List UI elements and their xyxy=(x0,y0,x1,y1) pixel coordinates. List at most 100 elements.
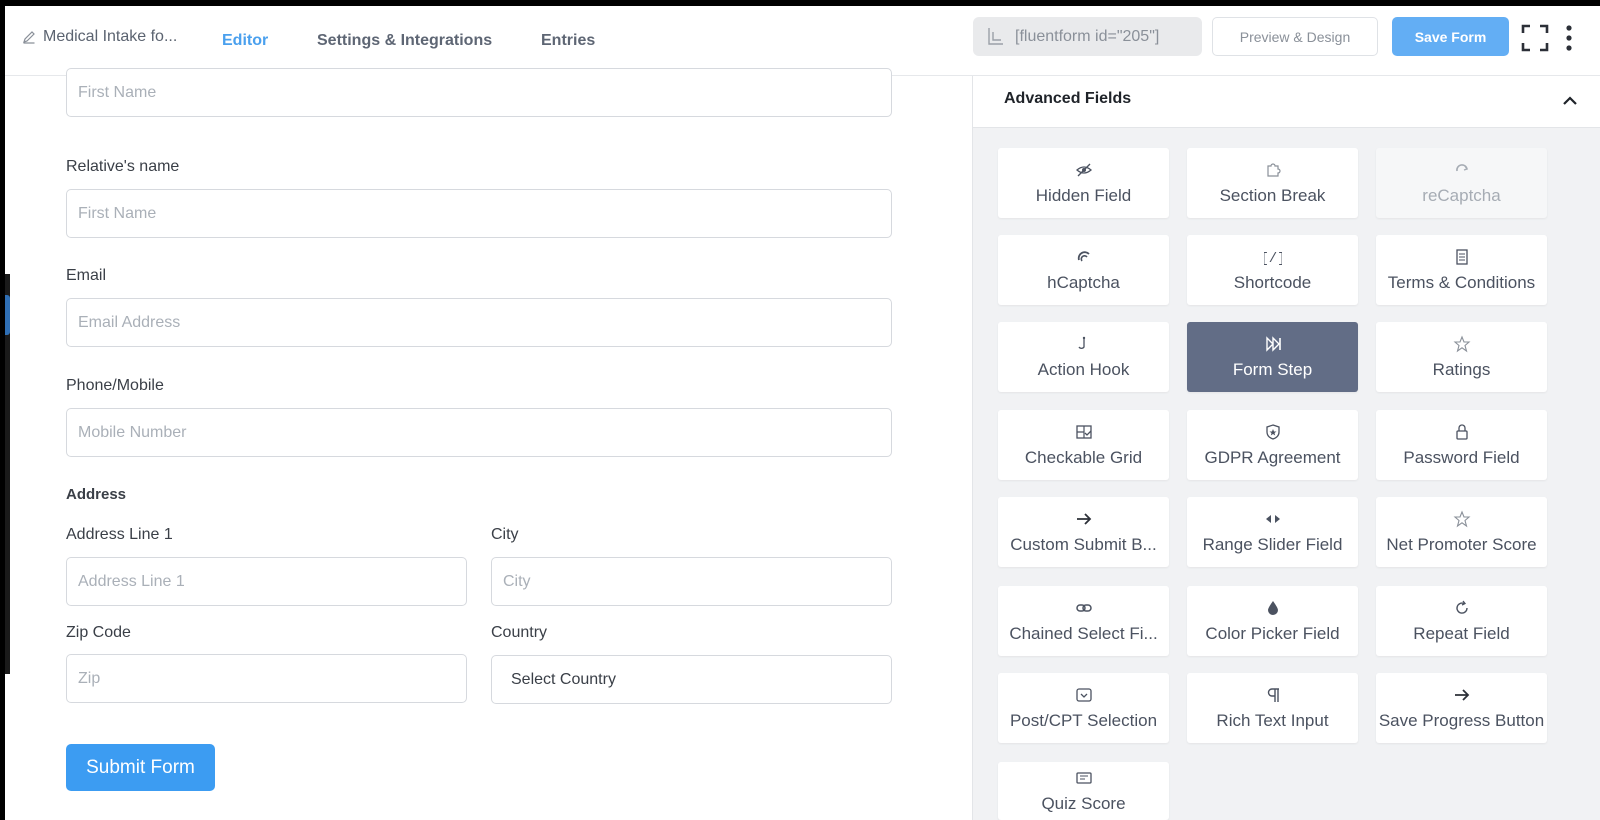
lock-icon xyxy=(1455,423,1468,440)
field-card-ratings[interactable]: Ratings xyxy=(1376,322,1547,392)
link-icon xyxy=(1075,603,1092,612)
pencil-icon xyxy=(23,31,35,44)
field-card-label: Terms & Conditions xyxy=(1387,272,1536,292)
submit-form-button[interactable]: Submit Form xyxy=(66,744,215,791)
form-title-text: Medical Intake fo... xyxy=(43,28,178,45)
save-form-button[interactable]: Save Form xyxy=(1392,17,1509,56)
zip-input[interactable]: Zip xyxy=(66,654,467,703)
tab-settings-integrations[interactable]: Settings & Integrations xyxy=(317,6,492,76)
city-label: City xyxy=(491,526,519,543)
field-card-repeat-field[interactable]: Repeat Field xyxy=(1376,586,1547,656)
field-card-quiz-score[interactable]: Quiz Score xyxy=(998,762,1169,820)
quiz-icon xyxy=(1075,771,1092,784)
recaptcha-icon xyxy=(1455,163,1468,171)
preview-design-button[interactable]: Preview & Design xyxy=(1212,17,1378,56)
field-card-chained-select-fi[interactable]: Chained Select Fi... xyxy=(998,586,1169,656)
editor-header: Medical Intake fo... Editor Settings & I… xyxy=(5,6,1600,77)
eye-slash-icon xyxy=(1075,163,1092,176)
repeat-icon xyxy=(1455,600,1468,614)
select-box-icon xyxy=(1075,687,1092,702)
step-forward-icon xyxy=(1265,335,1281,352)
advanced-fields-header[interactable]: Advanced Fields xyxy=(973,76,1600,128)
tab-entries[interactable]: Entries xyxy=(541,6,595,76)
country-select[interactable]: Select Country xyxy=(491,655,892,704)
droplet-icon xyxy=(1267,600,1278,615)
more-vertical-icon[interactable] xyxy=(1565,24,1573,52)
shortcode-copy[interactable]: [fluentform id="205"] xyxy=(973,17,1202,56)
field-card-label: reCaptcha xyxy=(1422,185,1501,205)
field-card-hidden-field[interactable]: Hidden Field xyxy=(998,148,1169,218)
puzzle-icon xyxy=(1266,162,1281,177)
collapse-handle[interactable] xyxy=(5,295,10,335)
city-input[interactable]: City xyxy=(491,557,892,606)
form-title[interactable]: Medical Intake fo... xyxy=(21,28,177,46)
field-card-label: Hidden Field xyxy=(1035,185,1132,205)
field-card-checkable-grid[interactable]: Checkable Grid xyxy=(998,410,1169,480)
field-card-label: Shortcode xyxy=(1233,272,1312,292)
shield-icon xyxy=(1265,423,1280,440)
advanced-fields-panel: Advanced Fields Hidden Field Section Brea… xyxy=(972,76,1600,820)
arrow-right-icon xyxy=(1076,512,1091,525)
email-input[interactable]: Email Address xyxy=(66,298,892,347)
relative-name-input[interactable]: First Name xyxy=(66,189,892,238)
email-label: Email xyxy=(66,267,107,284)
field-card-net-promoter-score[interactable]: Net Promoter Score xyxy=(1376,497,1547,567)
field-card-color-picker-field[interactable]: Color Picker Field xyxy=(1187,586,1358,656)
field-card-form-step[interactable]: Form Step xyxy=(1187,322,1358,392)
field-card-hcaptcha[interactable]: hCaptcha xyxy=(998,235,1169,305)
field-card-post-cpt-selection[interactable]: Post/CPT Selection xyxy=(998,673,1169,743)
field-card-label: Password Field xyxy=(1403,447,1520,467)
phone-label: Phone/Mobile xyxy=(66,377,164,394)
address-line1-input[interactable]: Address Line 1 xyxy=(66,557,467,606)
tab-editor[interactable]: Editor xyxy=(204,6,287,77)
country-label: Country xyxy=(491,624,548,641)
range-slider-icon xyxy=(1265,514,1280,523)
field-card-label: GDPR Agreement xyxy=(1204,447,1341,467)
phone-input[interactable]: Mobile Number xyxy=(66,408,892,457)
hcaptcha-icon xyxy=(1077,250,1090,261)
field-card-label: Section Break xyxy=(1219,185,1326,205)
advanced-fields-title: Advanced Fields xyxy=(1004,90,1132,107)
field-card-label: Rich Text Input xyxy=(1216,710,1329,730)
paragraph-icon xyxy=(1267,687,1279,702)
field-card-label: Net Promoter Score xyxy=(1386,534,1537,554)
tab-settings-label: Settings & Integrations xyxy=(317,32,493,49)
tab-editor-label: Editor xyxy=(222,32,269,49)
field-card-save-progress-button[interactable]: Save Progress Button xyxy=(1376,673,1547,743)
field-card-terms-conditions[interactable]: Terms & Conditions xyxy=(1376,235,1547,305)
field-card-label: Chained Select Fi... xyxy=(1009,623,1158,643)
field-card-shortcode[interactable]: [/] Shortcode xyxy=(1187,235,1358,305)
field-card-label: Action Hook xyxy=(1037,359,1130,379)
field-card-label: Repeat Field xyxy=(1413,623,1510,643)
app-window: Medical Intake fo... Editor Settings & I… xyxy=(5,6,1600,820)
field-card-label: hCaptcha xyxy=(1047,272,1120,292)
form-editor-canvas: First Name Relative's name First Name Em… xyxy=(5,68,972,820)
star-icon xyxy=(1453,510,1470,527)
field-card-label: Quiz Score xyxy=(1041,793,1126,813)
field-card-password-field[interactable]: Password Field xyxy=(1376,410,1547,480)
first-name-input-top[interactable]: First Name xyxy=(66,68,892,117)
document-icon xyxy=(1455,248,1468,265)
shortcode-icon: [/] xyxy=(1264,251,1282,266)
field-card-label: Post/CPT Selection xyxy=(1009,710,1158,730)
field-card-action-hook[interactable]: Action Hook xyxy=(998,322,1169,392)
relative-name-label: Relative's name xyxy=(66,158,180,175)
address-section-label: Address xyxy=(66,486,127,503)
zip-label: Zip Code xyxy=(66,624,131,641)
field-card-label: Color Picker Field xyxy=(1205,623,1340,643)
field-card-rich-text-input[interactable]: Rich Text Input xyxy=(1187,673,1358,743)
fullscreen-icon[interactable] xyxy=(1521,24,1549,52)
grid-check-icon xyxy=(1075,424,1092,439)
field-card-custom-submit-b[interactable]: Custom Submit B... xyxy=(998,497,1169,567)
field-card-label: Ratings xyxy=(1432,359,1491,379)
field-card-recaptcha[interactable]: reCaptcha xyxy=(1376,148,1547,218)
chevron-up-icon[interactable] xyxy=(1561,92,1579,110)
field-card-range-slider-field[interactable]: Range Slider Field xyxy=(1187,497,1358,567)
shortcode-text: [fluentform id="205"] xyxy=(1015,27,1160,45)
field-card-label: Custom Submit B... xyxy=(1010,534,1157,554)
field-card-section-break[interactable]: Section Break xyxy=(1187,148,1358,218)
field-card-label: Checkable Grid xyxy=(1024,447,1143,467)
field-card-gdpr-agreement[interactable]: GDPR Agreement xyxy=(1187,410,1358,480)
field-card-label: Form Step xyxy=(1232,359,1313,379)
field-card-label: Save Progress Button xyxy=(1378,710,1545,730)
